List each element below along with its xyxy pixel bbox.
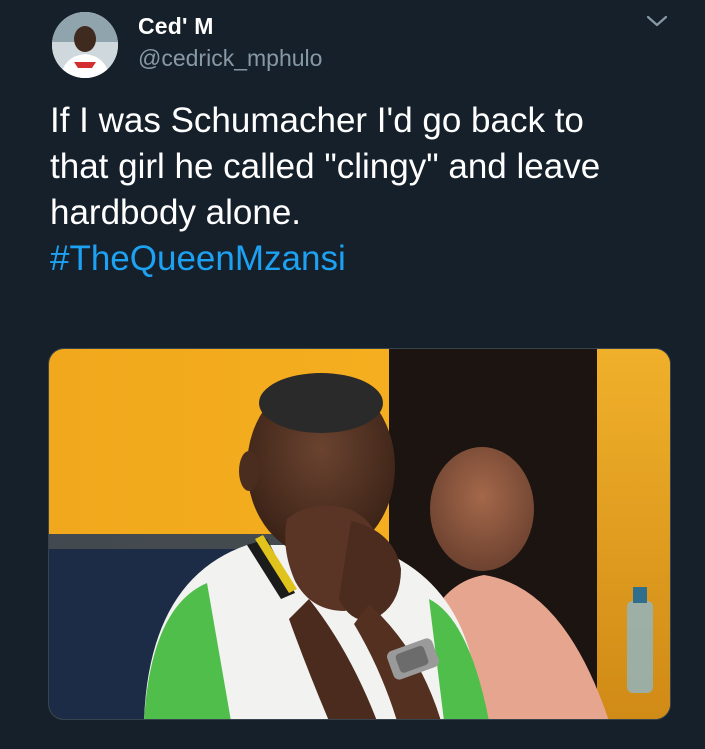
author-avatar[interactable]	[52, 12, 118, 78]
tweet-text-line: hardbody alone.	[50, 193, 302, 232]
hashtag-link[interactable]: #TheQueenMzansi	[50, 236, 690, 282]
author-handle[interactable]: @cedrick_mphulo	[138, 45, 322, 72]
tweet-body: If I was Schumacher I'd go back to that …	[50, 98, 690, 282]
tweet-card: Ced' M @cedrick_mphulo If I was Schumach…	[0, 0, 705, 749]
tweet-text-line: that girl he called "clingy" and leave	[50, 147, 601, 186]
tweet-text-line: If I was Schumacher I'd go back to	[50, 101, 584, 140]
chevron-down-icon[interactable]	[642, 8, 672, 34]
author-display-name[interactable]: Ced' M	[138, 13, 214, 40]
tweet-photo[interactable]	[48, 348, 671, 720]
